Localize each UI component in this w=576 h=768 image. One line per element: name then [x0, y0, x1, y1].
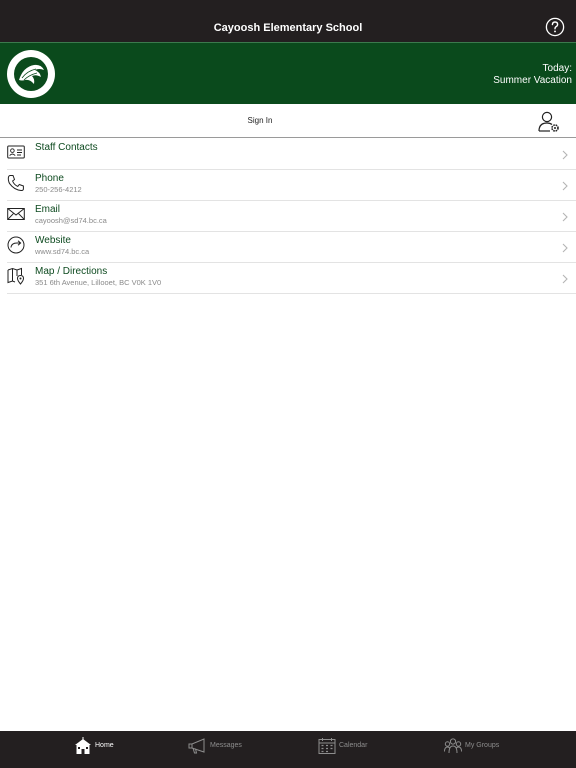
groups-icon	[444, 738, 462, 754]
today-label: Today:	[542, 63, 572, 74]
envelope-icon	[7, 208, 25, 220]
chevron-right-icon	[562, 274, 568, 284]
school-house-icon	[75, 737, 91, 754]
school-logo	[7, 50, 55, 98]
list-item-staff-contacts[interactable]: Staff Contacts	[7, 139, 576, 170]
contact-list: Staff Contacts Phone 250-256-4212 Email …	[0, 139, 576, 294]
chevron-right-icon	[562, 243, 568, 253]
user-settings-icon[interactable]	[537, 110, 561, 134]
chevron-right-icon	[562, 150, 568, 160]
calendar-icon	[318, 738, 336, 754]
help-icon[interactable]	[545, 17, 565, 37]
list-item-subtitle: www.sd74.bc.ca	[35, 247, 90, 256]
list-item-title: Staff Contacts	[35, 142, 98, 153]
list-item-title: Map / Directions	[35, 266, 108, 277]
list-item-subtitle: 351 6th Avenue, Lillooet, BC V0K 1V0	[35, 278, 162, 287]
tab-label: Calendar	[339, 742, 368, 749]
list-item-title: Website	[35, 235, 71, 246]
contact-card-icon	[7, 145, 25, 159]
tab-label: Home	[95, 742, 114, 749]
today-status: Today: Summer Vacation	[493, 63, 572, 87]
sign-in-label[interactable]: Sign In	[0, 116, 520, 125]
list-item-title: Phone	[35, 173, 64, 184]
map-pin-icon	[7, 267, 25, 285]
tab-bar: Home Messages Calendar My Groups	[0, 731, 576, 768]
megaphone-icon	[188, 738, 205, 754]
list-item-email[interactable]: Email cayoosh@sd74.bc.ca	[7, 201, 576, 232]
app-title: Cayoosh Elementary School	[213, 22, 363, 34]
list-item-map-directions[interactable]: Map / Directions 351 6th Avenue, Lillooe…	[7, 263, 576, 294]
list-item-phone[interactable]: Phone 250-256-4212	[7, 170, 576, 201]
today-value: Summer Vacation	[493, 75, 572, 86]
list-item-title: Email	[35, 204, 61, 215]
chevron-right-icon	[562, 181, 568, 191]
tab-label: My Groups	[465, 742, 500, 749]
list-item-subtitle: cayoosh@sd74.bc.ca	[35, 216, 107, 225]
chevron-right-icon	[562, 212, 568, 222]
top-bar: Cayoosh Elementary School	[0, 0, 576, 42]
sign-in-bar[interactable]: Sign In	[0, 104, 576, 138]
list-item-website[interactable]: Website www.sd74.bc.ca	[7, 232, 576, 263]
phone-icon	[7, 175, 24, 192]
list-item-subtitle: 250-256-4212	[35, 185, 82, 194]
tab-label: Messages	[210, 742, 242, 749]
school-banner: Today: Summer Vacation	[0, 42, 576, 104]
website-arrow-icon	[7, 236, 25, 254]
